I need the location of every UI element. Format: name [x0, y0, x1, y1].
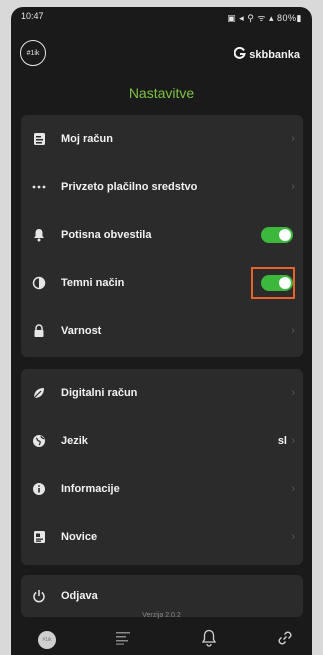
nav-notifications[interactable] [197, 629, 221, 651]
setting-label: Novice [61, 531, 98, 543]
setting-label: Digitalni račun [61, 387, 138, 399]
more-dots-icon [31, 179, 47, 195]
dark-mode-toggle[interactable] [251, 267, 295, 299]
link-icon [276, 629, 294, 652]
chevron-right-icon: › [291, 483, 295, 495]
setting-label: Moj račun [61, 133, 113, 145]
logout-label: Odjava [61, 590, 98, 602]
nav-list[interactable] [111, 629, 135, 651]
bell-icon [31, 227, 47, 243]
toggle-knob [279, 229, 291, 241]
chevron-right-icon: › [291, 133, 295, 145]
language-value: sl [277, 435, 287, 447]
setting-row-information[interactable]: Informacije › [21, 465, 303, 513]
setting-row-digital-account[interactable]: Digitalni račun › [21, 369, 303, 417]
globe-icon [31, 433, 47, 449]
contrast-icon [31, 275, 47, 291]
news-icon [31, 529, 47, 545]
setting-label: Jezik [61, 435, 88, 447]
settings-card-main: Moj račun › Privzeto plačilno sredstvo ›… [21, 115, 303, 357]
status-time: 10:47 [21, 11, 44, 21]
setting-label: Privzeto plačilno sredstvo [61, 181, 198, 193]
setting-label: Temni način [61, 277, 125, 289]
setting-row-dark-mode: Temni način [21, 259, 303, 307]
version-text: Verzija 2.0.2 [142, 612, 181, 619]
setting-row-account[interactable]: Moj račun › [21, 115, 303, 163]
info-icon [31, 481, 47, 497]
bank-name: skbbanka [249, 48, 300, 61]
chevron-right-icon: › [291, 387, 295, 399]
setting-row-language[interactable]: Jezik sl › [21, 417, 303, 465]
chevron-right-icon: › [291, 325, 295, 337]
setting-row-push-notifications: Potisna obvestila [21, 211, 303, 259]
setting-row-security[interactable]: Varnost › [21, 307, 303, 355]
setting-row-default-payment[interactable]: Privzeto plačilno sredstvo › [21, 163, 303, 211]
bell-icon [201, 629, 217, 652]
bottom-navigation: #1ik [11, 623, 312, 655]
settings-card-more: Digitalni račun › Jezik sl › Informacije… [21, 369, 303, 565]
avatar-text: #1ik [42, 637, 52, 643]
chevron-right-icon: › [291, 181, 295, 193]
push-notifications-toggle[interactable] [261, 227, 293, 243]
status-bar: 10:47 ▣ ◂ ⚲ ᯤ ▴ 80%▮ [11, 7, 312, 25]
avatar: #1ik [38, 631, 56, 649]
bank-logo: skbbanka [233, 46, 300, 62]
nav-home[interactable]: #1ik [35, 629, 59, 651]
app-screen: 10:47 ▣ ◂ ⚲ ᯤ ▴ 80%▮ #1ik skbbanka Nasta… [11, 7, 312, 655]
user-badge-text: #1ik [26, 49, 40, 57]
document-icon [31, 131, 47, 147]
nav-settings-link[interactable] [273, 629, 297, 651]
chevron-right-icon: › [291, 531, 295, 543]
status-icons: ▣ ◂ ⚲ ᯤ ▴ 80%▮ [227, 13, 302, 23]
page-title: Nastavitve [128, 85, 195, 101]
power-icon [31, 588, 47, 604]
setting-label: Informacije [61, 483, 120, 495]
lock-icon [31, 323, 47, 339]
user-badge[interactable]: #1ik [20, 40, 46, 66]
list-icon [115, 631, 131, 650]
leaf-icon [31, 385, 47, 401]
highlight-frame [251, 267, 295, 299]
setting-row-news[interactable]: Novice › [21, 513, 303, 561]
setting-label: Potisna obvestila [61, 229, 152, 241]
chevron-right-icon: › [291, 435, 295, 447]
bank-logo-icon [233, 46, 247, 62]
setting-label: Varnost [61, 325, 102, 337]
logout-card: Odjava [21, 575, 303, 617]
